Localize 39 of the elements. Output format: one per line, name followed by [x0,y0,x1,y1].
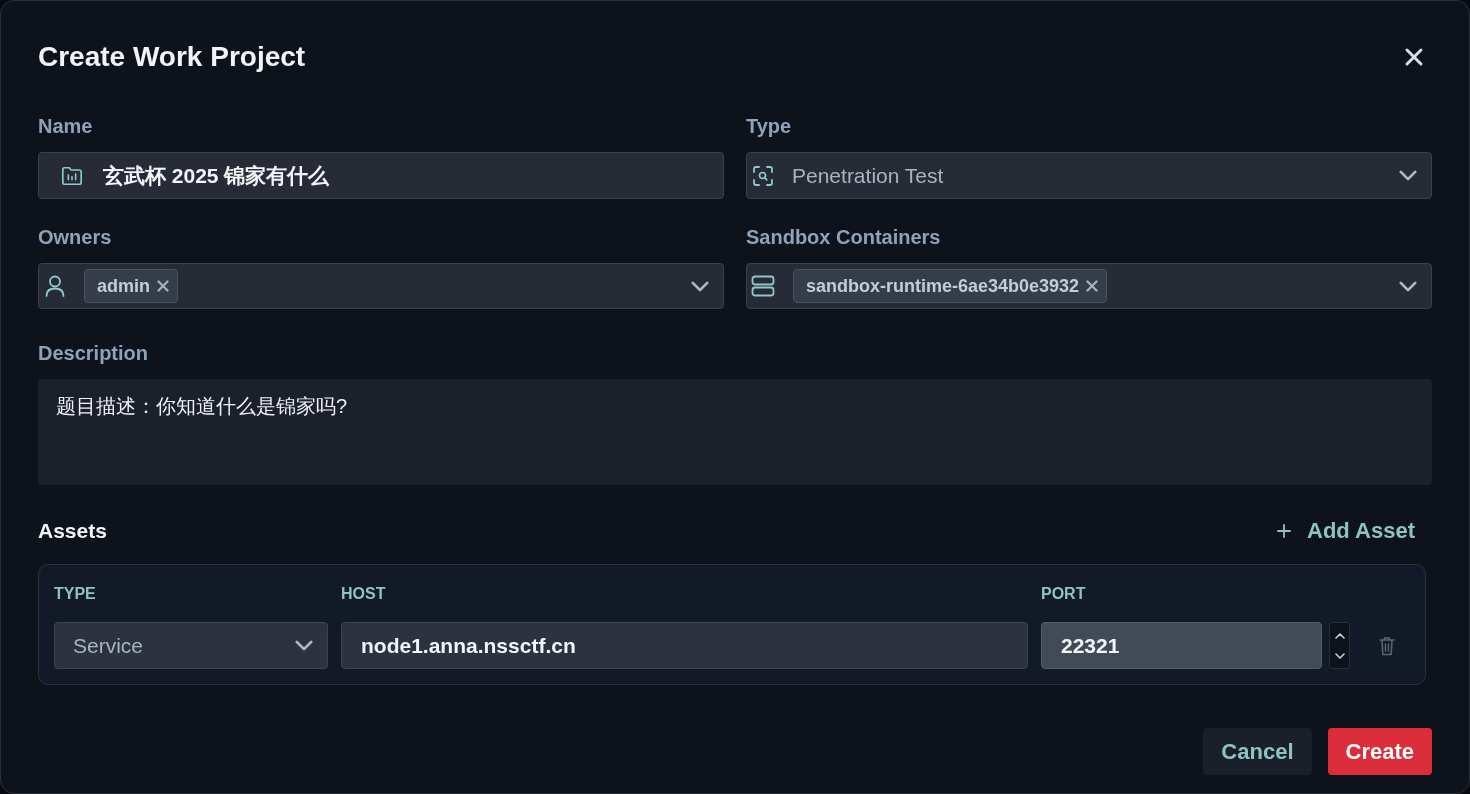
name-field[interactable]: 玄武杯 2025 锦家有什么 [38,152,724,199]
add-asset-button[interactable]: Add Asset [1277,518,1415,544]
field-label: Sandbox Containers [746,225,942,249]
remove-icon[interactable] [1086,280,1099,292]
number-stepper[interactable] [1329,622,1350,669]
chevron-down-icon [691,280,709,292]
delete-asset-button[interactable] [1379,635,1395,656]
section-title: Assets [38,519,107,543]
create-button[interactable]: Create [1327,728,1432,775]
field-label: Name [38,114,94,138]
field-label: Owners [38,225,113,249]
plus-icon [1277,524,1291,538]
chevron-down-icon [1399,280,1417,292]
chevron-down-icon [1399,170,1417,181]
column-header: PORT [1041,584,1087,604]
owners-select[interactable]: admin [38,263,724,309]
user-icon [45,275,65,297]
column-header: TYPE [54,584,97,604]
field-label: Description [38,341,150,365]
folder-chart-icon [61,164,83,187]
port-field[interactable]: 22321 [1041,622,1322,669]
server-icon [751,275,775,297]
column-header: HOST [341,584,387,604]
host-field[interactable]: node1.anna.nssctf.cn [341,622,1028,669]
type-select[interactable]: Penetration Test [746,152,1432,199]
chevron-down-icon [295,640,313,651]
container-tag[interactable]: sandbox-runtime-6ae34b0e3932 [793,269,1108,303]
cancel-button[interactable]: Cancel [1203,728,1312,775]
close-icon [1404,47,1424,67]
field-label: Type [746,114,793,138]
dialog-title: Create Work Project [38,40,306,74]
owner-tag[interactable]: admin [84,269,178,303]
close-button[interactable] [1404,47,1424,67]
remove-icon[interactable] [157,280,169,292]
sandbox-containers-select[interactable]: sandbox-runtime-6ae34b0e3932 [746,263,1432,309]
description-field[interactable]: 题目描述：你知道什么是锦家吗? [38,379,1432,485]
scan-search-icon [752,164,774,187]
trash-icon [1379,635,1395,656]
asset-type-select[interactable]: Service [54,622,328,669]
